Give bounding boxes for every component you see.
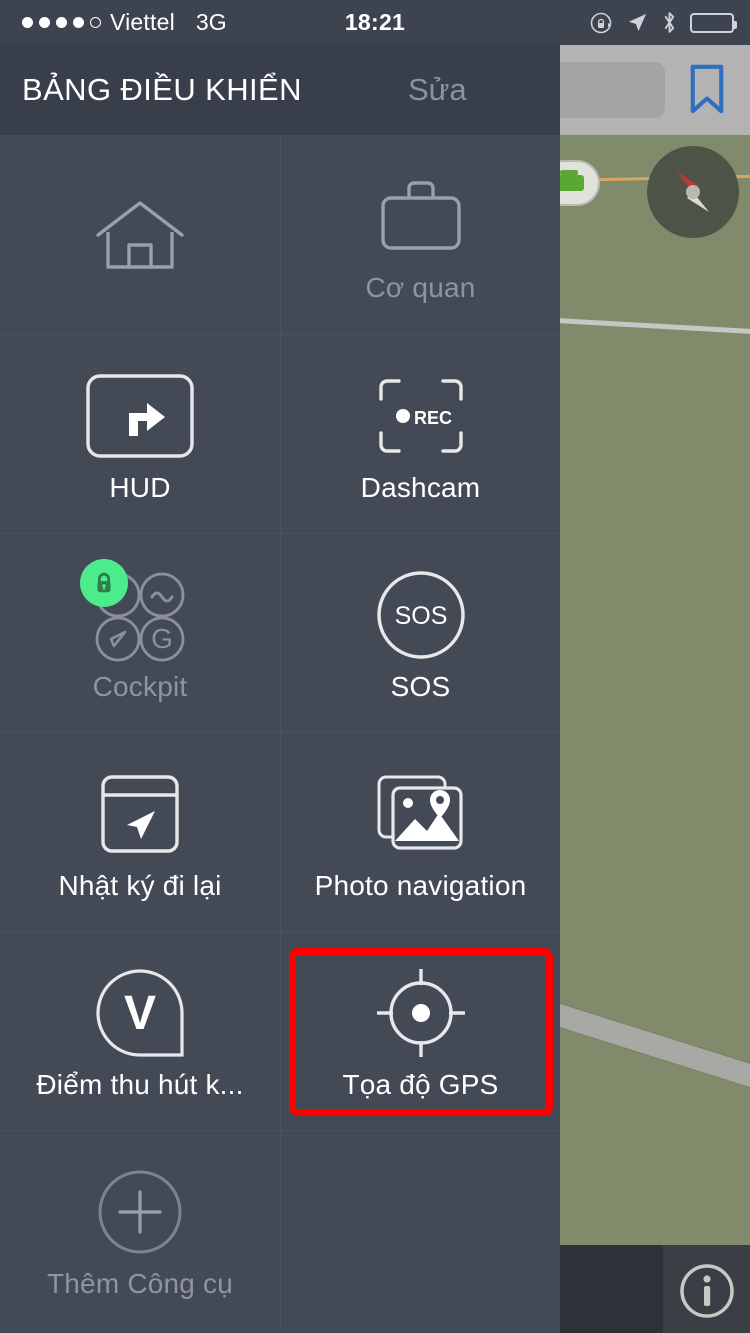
edit-button[interactable]: Sửa <box>408 72 467 108</box>
tile-label: Điểm thu hút k... <box>36 1068 244 1100</box>
tile-sos[interactable]: SOS SOS <box>280 534 560 733</box>
status-bar: Viettel 3G 18:21 <box>0 0 750 45</box>
battery-icon <box>690 12 737 33</box>
location-arrow-icon <box>626 11 649 34</box>
poi-v-pin-icon: V <box>94 963 186 1063</box>
info-icon[interactable] <box>679 1263 735 1319</box>
dashcam-rec-icon: REC <box>373 366 469 466</box>
tile-label: Thêm Công cụ <box>46 1267 234 1299</box>
tile-label: SOS <box>390 670 451 702</box>
home-icon <box>92 185 188 285</box>
map-road-minor <box>555 318 750 338</box>
rotation-lock-icon <box>589 11 613 35</box>
tile-label: Dashcam <box>360 471 481 503</box>
grid-row: Thêm Công cụ <box>0 1130 560 1330</box>
tile-label: Photo navigation <box>314 869 527 901</box>
sos-circle-icon: SOS <box>373 565 469 665</box>
briefcase-icon <box>373 166 469 266</box>
page-title: BẢNG ĐIỀU KHIỂN <box>22 72 302 107</box>
svg-text:SOS: SOS <box>394 602 447 630</box>
compass-icon[interactable] <box>647 146 739 238</box>
tile-travel-log[interactable]: Nhật ký đi lại <box>0 733 280 932</box>
tile-gps-coordinates[interactable]: Tọa độ GPS <box>280 932 560 1131</box>
tile-work[interactable]: Cơ quan <box>280 135 560 334</box>
tile-label: Nhật ký đi lại <box>58 869 222 901</box>
grid-row: G Cockpit SOS SOS <box>0 533 560 733</box>
tile-add-tool[interactable]: Thêm Công cụ <box>0 1131 280 1330</box>
grid-row: Cơ quan <box>0 135 560 334</box>
dashboard-grid: Cơ quan HUD REC Dashcam G Cockpit SOS SO… <box>0 135 560 1330</box>
bluetooth-icon <box>662 10 677 35</box>
grid-row: Nhật ký đi lại Photo navigation <box>0 732 560 932</box>
svg-text:REC: REC <box>414 408 452 428</box>
lock-badge-icon <box>80 558 128 607</box>
tile-hud[interactable]: HUD <box>0 335 280 534</box>
tile-dashcam[interactable]: REC Dashcam <box>280 335 560 534</box>
grid-row: HUD REC Dashcam <box>0 334 560 534</box>
status-bar-right <box>589 10 737 35</box>
tile-home[interactable] <box>0 135 280 334</box>
tile-cockpit[interactable]: G Cockpit <box>0 534 280 733</box>
tile-label: Cockpit <box>92 670 188 702</box>
add-plus-circle-icon <box>94 1162 186 1262</box>
gps-crosshair-icon <box>373 963 469 1063</box>
bookmark-icon[interactable] <box>688 63 726 115</box>
tile-label: Cơ quan <box>365 271 476 303</box>
tile-empty <box>280 1131 560 1330</box>
cockpit-gauges-icon: G <box>80 558 190 665</box>
svg-text:G: G <box>151 623 173 654</box>
dashboard-panel: BẢNG ĐIỀU KHIỂN Sửa Cơ quan HUD REC Dash… <box>0 45 560 1333</box>
grid-row: V Điểm thu hút k... Tọa độ GPS <box>0 931 560 1131</box>
panel-header: BẢNG ĐIỀU KHIỂN Sửa <box>0 45 560 135</box>
photo-navigation-icon <box>373 764 469 864</box>
hud-turn-right-icon <box>85 366 195 466</box>
tile-label: HUD <box>109 471 171 503</box>
tile-photo-navigation[interactable]: Photo navigation <box>280 733 560 932</box>
svg-text:V: V <box>124 987 156 1040</box>
tile-label: Tọa độ GPS <box>342 1068 499 1100</box>
travel-log-icon <box>95 764 185 864</box>
map-road-major <box>548 1000 750 1116</box>
tile-poi[interactable]: V Điểm thu hút k... <box>0 932 280 1131</box>
phone-screen: BẢNG ĐIỀU KHIỂN Sửa Cơ quan HUD REC Dash… <box>0 0 750 1333</box>
